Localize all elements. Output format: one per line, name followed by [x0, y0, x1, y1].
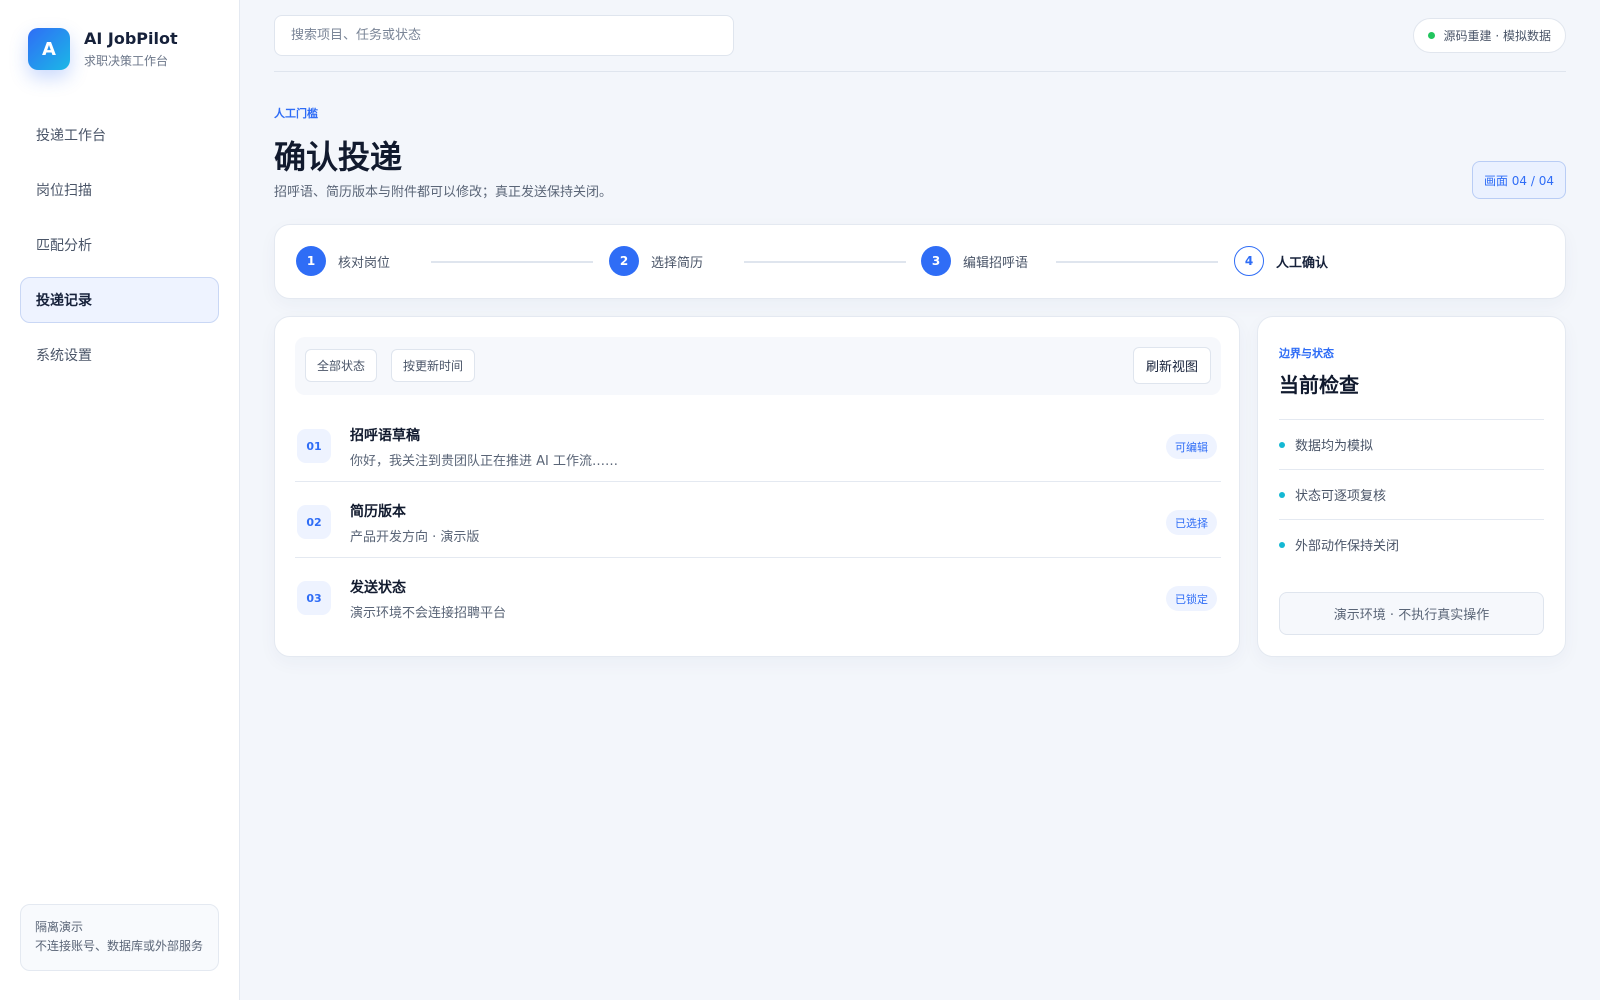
- status-badge: 可编辑: [1166, 434, 1217, 459]
- sidebar-item-job-scan[interactable]: 岗位扫描: [20, 167, 219, 213]
- current-check-panel: 边界与状态 当前检查 数据均为模拟 状态可逐项复核 外部动作保持关闭 演示环境 …: [1257, 316, 1566, 657]
- side-eyebrow: 边界与状态: [1279, 347, 1334, 360]
- step-label: 核对岗位: [338, 255, 391, 271]
- step-connector: [744, 261, 906, 263]
- check-list: 数据均为模拟 状态可逐项复核 外部动作保持关闭: [1279, 419, 1544, 569]
- check-item: 状态可逐项复核: [1279, 469, 1544, 519]
- check-item: 外部动作保持关闭: [1279, 519, 1544, 569]
- page-eyebrow: 人工门槛: [274, 107, 318, 120]
- list-item[interactable]: 01 招呼语草稿 你好，我关注到贵团队正在推进 AI 工作流…… 可编辑: [295, 411, 1221, 487]
- sidebar-item-label: 岗位扫描: [36, 183, 92, 199]
- row-title: 简历版本: [350, 504, 406, 520]
- app-logo: A: [28, 28, 70, 70]
- progress-stepper: 1 核对岗位 2 选择简历 3 编辑招呼语 4 人工确认: [274, 224, 1566, 299]
- sidebar-item-application-records[interactable]: 投递记录: [20, 277, 219, 323]
- step-2[interactable]: 2 选择简历: [609, 246, 703, 276]
- filter-all-status[interactable]: 全部状态: [305, 349, 378, 382]
- check-item: 数据均为模拟: [1279, 419, 1544, 469]
- row-divider: [295, 557, 1221, 558]
- isolation-note: 隔离演示 不连接账号、数据库或外部服务: [20, 904, 219, 971]
- sidebar-item-label: 投递工作台: [36, 128, 106, 144]
- sidebar-item-label: 匹配分析: [36, 238, 92, 254]
- sidebar-item-settings[interactable]: 系统设置: [20, 332, 219, 378]
- list-item[interactable]: 03 发送状态 演示环境不会连接招聘平台 已锁定: [295, 563, 1221, 639]
- status-badge: 源码重建 · 模拟数据: [1412, 18, 1566, 53]
- search-input[interactable]: [274, 15, 734, 56]
- brand-text: AI JobPilot 求职决策工作台: [84, 29, 178, 69]
- status-dot-icon: [1427, 32, 1435, 39]
- check-item-label: 外部动作保持关闭: [1295, 539, 1400, 554]
- step-connector: [431, 261, 593, 263]
- row-description: 演示环境不会连接招聘平台: [350, 606, 507, 621]
- row-title: 发送状态: [350, 580, 406, 596]
- row-description: 产品开发方向 · 演示版: [350, 530, 480, 545]
- row-number: 03: [297, 581, 331, 615]
- step-label: 选择简历: [651, 255, 704, 271]
- sidebar-item-label: 系统设置: [36, 348, 92, 364]
- confirmation-panel: 全部状态 按更新时间 刷新视图 01 招呼语草稿 你好，我关注到贵团队正在推进 …: [274, 316, 1240, 657]
- step-1[interactable]: 1 核对岗位: [296, 246, 390, 276]
- refresh-view-button[interactable]: 刷新视图: [1132, 347, 1211, 384]
- status-badge: 已锁定: [1166, 586, 1217, 611]
- sidebar-item-workbench[interactable]: 投递工作台: [20, 112, 219, 158]
- top-divider: [274, 71, 1566, 72]
- page-subtitle: 招呼语、简历版本与附件都可以修改；真正发送保持关闭。: [274, 185, 613, 200]
- app-name: AI JobPilot: [84, 29, 178, 48]
- step-number: 1: [296, 246, 326, 276]
- sidebar-item-label: 投递记录: [36, 293, 92, 309]
- status-badge: 已选择: [1166, 510, 1217, 535]
- screen-counter-badge: 画面 04 / 04: [1472, 161, 1566, 199]
- demo-environment-notice: 演示环境 · 不执行真实操作: [1279, 592, 1544, 635]
- step-connector: [1056, 261, 1218, 263]
- check-item-label: 数据均为模拟: [1295, 439, 1374, 454]
- brand[interactable]: A AI JobPilot 求职决策工作台: [28, 28, 178, 70]
- filter-bar: 全部状态 按更新时间 刷新视图: [295, 337, 1221, 395]
- list-item[interactable]: 02 简历版本 产品开发方向 · 演示版 已选择: [295, 487, 1221, 563]
- step-label: 人工确认: [1276, 255, 1329, 271]
- bullet-dot-icon: [1279, 541, 1285, 548]
- row-number: 01: [297, 429, 331, 463]
- sidebar: A AI JobPilot 求职决策工作台 投递工作台 岗位扫描 匹配分析 投递…: [0, 0, 240, 1000]
- status-text: 源码重建 · 模拟数据: [1443, 29, 1551, 43]
- check-item-label: 状态可逐项复核: [1295, 489, 1387, 504]
- row-title: 招呼语草稿: [350, 428, 420, 444]
- side-title: 当前检查: [1279, 373, 1359, 397]
- step-label: 编辑招呼语: [963, 255, 1029, 271]
- app-subtitle: 求职决策工作台: [84, 54, 169, 68]
- page-title: 确认投递: [274, 138, 403, 176]
- bullet-dot-icon: [1279, 441, 1285, 448]
- step-4[interactable]: 4 人工确认: [1234, 246, 1328, 276]
- step-number: 3: [921, 246, 951, 276]
- row-description: 你好，我关注到贵团队正在推进 AI 工作流……: [350, 454, 618, 469]
- filter-sort-by-update[interactable]: 按更新时间: [391, 349, 476, 382]
- step-3[interactable]: 3 编辑招呼语: [921, 246, 1028, 276]
- step-number: 2: [609, 246, 639, 276]
- row-divider: [295, 481, 1221, 482]
- isolation-note-title: 隔离演示: [35, 920, 84, 934]
- sidebar-nav: 投递工作台 岗位扫描 匹配分析 投递记录 系统设置: [20, 112, 219, 387]
- sidebar-item-match-analysis[interactable]: 匹配分析: [20, 222, 219, 268]
- step-number: 4: [1234, 246, 1264, 276]
- isolation-note-text: 不连接账号、数据库或外部服务: [35, 939, 204, 953]
- bullet-dot-icon: [1279, 491, 1285, 498]
- row-number: 02: [297, 505, 331, 539]
